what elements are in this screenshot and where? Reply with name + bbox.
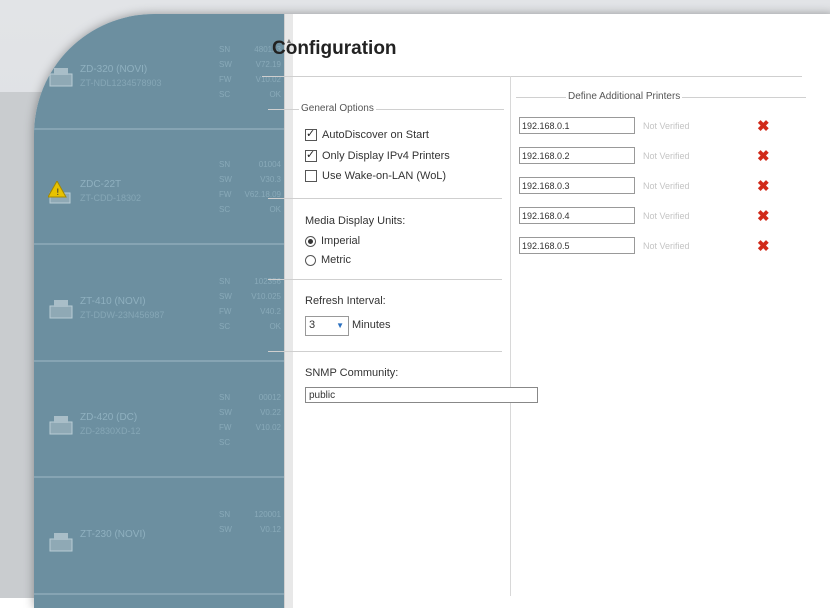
printer-model: ZD-2830XD-12	[80, 426, 141, 436]
printer-list-item[interactable]: ZD-320 (NOVI) ZT-NDL1234578903 SN SW FW SC 480…	[34, 14, 284, 130]
svg-text:!: !	[56, 188, 60, 198]
printer-icon	[48, 298, 74, 320]
printer-name: ZD-320 (NOVI)	[80, 64, 148, 75]
printer-name: ZD-420 (DC)	[80, 412, 138, 423]
additional-printers-legend: Define Additional Printers	[566, 91, 683, 102]
printer-ip-input[interactable]: 192.168.0.4	[519, 207, 635, 224]
delete-icon[interactable]: ✖	[757, 177, 770, 195]
general-options-legend: General Options	[299, 103, 376, 114]
refresh-interval-select[interactable]: 3 ▼	[305, 316, 349, 336]
printer-stat-codes: SN SW FW SC	[219, 277, 232, 331]
printer-stat-values: 00012 V0.22 V10.02	[255, 393, 281, 432]
autodiscover-option[interactable]: AutoDiscover on Start	[305, 127, 429, 141]
snmp-community-input[interactable]: public	[305, 387, 538, 403]
metric-label: Metric	[321, 254, 351, 266]
printer-icon	[48, 66, 74, 88]
printer-stat-codes: SN SW	[219, 510, 232, 534]
imperial-option[interactable]: Imperial	[305, 235, 360, 247]
printer-list-item[interactable]: ZD-420 (DC) ZD-2830XD-12 SN SW FW SC 00012 V0.2…	[34, 362, 284, 478]
autodiscover-checkbox[interactable]	[305, 127, 317, 141]
verification-status: Not Verified	[643, 121, 690, 131]
imperial-radio[interactable]	[305, 235, 316, 247]
ipv4-checkbox[interactable]	[305, 148, 317, 162]
delete-icon[interactable]: ✖	[757, 207, 770, 225]
printer-ip-input[interactable]: 192.168.0.1	[519, 117, 635, 134]
printer-list-scrollbar[interactable]: ▲	[284, 14, 293, 608]
printer-stat-codes: SN SW FW SC	[219, 160, 232, 214]
metric-option[interactable]: Metric	[305, 254, 351, 266]
printer-list-item[interactable]: ZT-410 (NOVI) ZT-DDW-23N456987 SN SW FW SC 102…	[34, 246, 284, 362]
wol-label: Use Wake-on-LAN (WoL)	[322, 170, 447, 182]
media-units-text: Media Display Units:	[305, 215, 406, 227]
configuration-window: ZD-320 (NOVI) ZT-NDL1234578903 SN SW FW SC 480…	[34, 14, 830, 608]
printer-name: ZDC-22T	[80, 179, 122, 190]
snmp-community-text: SNMP Community:	[305, 367, 399, 379]
printer-stat-codes: SN SW FW SC	[219, 393, 232, 447]
media-units-label: Media Display Units:	[305, 215, 405, 227]
delete-icon[interactable]: ✖	[757, 117, 770, 135]
printer-stat-values: 120001 V0.12	[254, 510, 281, 534]
section-divider	[268, 351, 502, 352]
metric-radio[interactable]	[305, 254, 316, 266]
printer-stat-values: 102356 V10.025 V40.2 OK	[251, 277, 281, 331]
printer-stat-codes: SN SW FW SC	[219, 45, 232, 99]
title-divider	[262, 76, 802, 77]
printer-ip-input[interactable]: 192.168.0.2	[519, 147, 635, 164]
printer-model: ZT-DDW-23N456987	[80, 310, 165, 320]
printer-ip-input[interactable]: 192.168.0.5	[519, 237, 635, 254]
refresh-unit-text: Minutes	[352, 319, 391, 331]
refresh-interval-value: 3	[309, 319, 316, 331]
verification-status: Not Verified	[643, 211, 690, 221]
section-divider	[268, 279, 502, 280]
printer-model: ZT-NDL1234578903	[80, 78, 162, 88]
column-divider	[510, 76, 511, 596]
refresh-unit: Minutes	[352, 319, 391, 331]
verification-status: Not Verified	[643, 151, 690, 161]
printer-list[interactable]: ZD-320 (NOVI) ZT-NDL1234578903 SN SW FW SC 480…	[34, 14, 284, 608]
printer-model: ZT-CDD-18302	[80, 193, 142, 203]
ipv4-option[interactable]: Only Display IPv4 Printers	[305, 148, 450, 162]
printer-icon	[48, 531, 74, 553]
printer-name: ZT-230 (NOVI)	[80, 529, 146, 540]
chevron-down-icon[interactable]: ▼	[336, 321, 344, 330]
wol-checkbox[interactable]	[305, 170, 317, 182]
delete-icon[interactable]: ✖	[757, 147, 770, 165]
printer-name: ZT-410 (NOVI)	[80, 296, 146, 307]
delete-icon[interactable]: ✖	[757, 237, 770, 255]
ipv4-label: Only Display IPv4 Printers	[322, 150, 450, 162]
autodiscover-label: AutoDiscover on Start	[322, 129, 429, 141]
wol-option[interactable]: Use Wake-on-LAN (WoL)	[305, 170, 446, 182]
section-divider	[268, 198, 502, 199]
snmp-community-label: SNMP Community:	[305, 367, 398, 379]
printer-list-item[interactable]: ZT-230 (NOVI) SN SW 120001 V0.12	[34, 479, 284, 595]
printer-list-item[interactable]: ! ZDC-22T ZT-CDD-18302 SN SW FW SC 01004 V30.3 V6…	[34, 129, 284, 245]
printer-warning-icon: !	[47, 179, 74, 204]
verification-status: Not Verified	[643, 181, 690, 191]
printer-icon	[48, 414, 74, 436]
printer-stat-values: 01004 V30.3 V62.18.09 OK	[244, 160, 281, 214]
printer-ip-input[interactable]: 192.168.0.3	[519, 177, 635, 194]
verification-status: Not Verified	[643, 241, 690, 251]
refresh-interval-label: Refresh Interval:	[305, 295, 386, 307]
page-title: Configuration	[272, 38, 397, 59]
imperial-label: Imperial	[321, 235, 361, 247]
refresh-interval-text: Refresh Interval:	[305, 295, 386, 307]
